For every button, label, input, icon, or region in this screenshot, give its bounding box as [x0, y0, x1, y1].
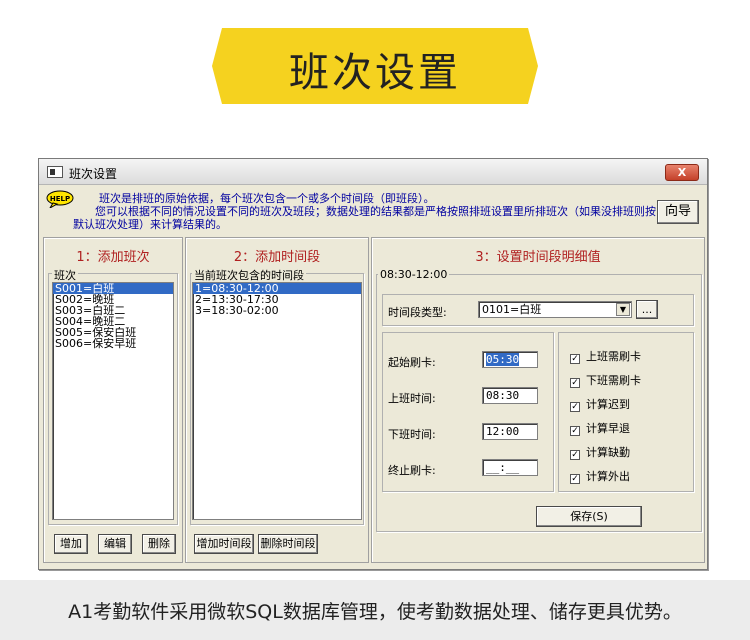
check-icon: ✓ — [570, 474, 580, 484]
start-swipe-input[interactable]: 05:30 — [482, 351, 538, 368]
end-swipe-label: 终止刷卡: — [388, 464, 436, 477]
segment-list[interactable]: 1=08:30-12:00 2=13:30-17:30 3=18:30-02:0… — [192, 282, 362, 520]
chevron-down-icon[interactable]: ▼ — [616, 303, 630, 316]
svg-text:HELP: HELP — [50, 195, 70, 203]
list-item[interactable]: 1=08:30-12:00 — [193, 283, 361, 294]
footer-bar: A1考勤软件采用微软SQL数据库管理，使考勤数据处理、储存更具优势。 — [0, 580, 750, 640]
segment-group-label: 当前班次包含的时间段 — [192, 267, 306, 283]
list-item[interactable]: S003=白班二 — [53, 305, 173, 316]
list-item[interactable]: S004=晚班二 — [53, 316, 173, 327]
checkbox-label: 下班需刷卡 — [586, 374, 641, 387]
edit-shift-button[interactable]: 编辑 — [98, 534, 132, 554]
list-item[interactable]: 3=18:30-02:00 — [193, 305, 361, 316]
calc-early-leave-checkbox[interactable]: ✓ 计算早退 — [570, 420, 630, 436]
list-item[interactable]: S005=保安白班 — [53, 327, 173, 338]
list-item[interactable]: S006=保安早班 — [53, 338, 173, 349]
checkbox-label: 上班需刷卡 — [586, 350, 641, 363]
start-swipe-value: 05:30 — [486, 353, 520, 366]
detail-group-label: 08:30-12:00 — [378, 268, 450, 281]
on-duty-input[interactable]: 08:30 — [482, 387, 538, 404]
segment-type-value: 0101=白班 — [482, 303, 542, 316]
checkbox-label: 计算缺勤 — [586, 446, 630, 459]
require-on-duty-swipe-checkbox[interactable]: ✓ 上班需刷卡 — [570, 348, 641, 364]
calc-absence-checkbox[interactable]: ✓ 计算缺勤 — [570, 444, 630, 460]
panel-add-time-segment: 2：添加时间段 当前班次包含的时间段 1=08:30-12:00 2=13:30… — [185, 237, 369, 563]
panel-add-shift: 1：添加班次 班次 S001=白班 S002=晚班 S003=白班二 S004=… — [43, 237, 183, 563]
off-duty-input[interactable]: 12:00 — [482, 423, 538, 440]
start-swipe-label: 起始刷卡: — [388, 356, 436, 369]
wizard-button[interactable]: 向导 — [657, 200, 699, 224]
add-segment-button[interactable]: 增加时间段 — [194, 534, 254, 554]
checkbox-label: 计算迟到 — [586, 398, 630, 411]
window-title: 班次设置 — [69, 167, 118, 181]
banner-title: 班次设置 — [289, 50, 461, 96]
panel-title: 2：添加时间段 — [233, 250, 321, 265]
list-item[interactable]: S002=晚班 — [53, 294, 173, 305]
end-swipe-input[interactable]: __:__ — [482, 459, 538, 476]
title-banner: 班次设置 — [208, 24, 542, 108]
help-icon: HELP — [46, 190, 74, 208]
checkbox-label: 计算早退 — [586, 422, 630, 435]
shift-group-label: 班次 — [52, 267, 78, 283]
off-duty-label: 下班时间: — [388, 428, 436, 441]
require-off-duty-swipe-checkbox[interactable]: ✓ 下班需刷卡 — [570, 372, 641, 388]
shift-settings-window: 班次设置 X HELP 班次是排班的原始依据，每个班次包含一个或多个时间段（即班… — [38, 158, 708, 570]
panel-title: 3：设置时间段明细值 — [475, 250, 601, 265]
delete-segment-button[interactable]: 删除时间段 — [258, 534, 318, 554]
calc-outing-checkbox[interactable]: ✓ 计算外出 — [570, 468, 630, 484]
add-shift-button[interactable]: 增加 — [54, 534, 88, 554]
check-icon: ✓ — [570, 450, 580, 460]
check-icon: ✓ — [570, 354, 580, 364]
check-icon: ✓ — [570, 426, 580, 436]
panel-segment-details: 3：设置时间段明细值 08:30-12:00 时间段类型: 0101=白班 ▼ … — [371, 237, 705, 563]
close-button[interactable]: X — [665, 164, 699, 181]
check-icon: ✓ — [570, 402, 580, 412]
list-item[interactable]: S001=白班 — [53, 283, 173, 294]
help-text-line: 默认班次处理）来计算结果的。 — [73, 218, 227, 231]
segment-type-select[interactable]: 0101=白班 ▼ — [478, 301, 632, 318]
checkbox-label: 计算外出 — [586, 470, 630, 483]
calc-late-checkbox[interactable]: ✓ 计算迟到 — [570, 396, 630, 412]
window-app-icon — [47, 166, 63, 178]
help-area: HELP 班次是排班的原始依据，每个班次包含一个或多个时间段（即班段）。 您可以… — [39, 186, 707, 232]
segment-type-browse-button[interactable]: ... — [636, 300, 658, 319]
save-button[interactable]: 保存(S) — [536, 506, 642, 527]
segment-type-label: 时间段类型: — [388, 306, 447, 319]
shift-list[interactable]: S001=白班 S002=晚班 S003=白班二 S004=晚班二 S005=保… — [52, 282, 174, 520]
footer-caption: A1考勤软件采用微软SQL数据库管理，使考勤数据处理、储存更具优势。 — [68, 601, 682, 623]
list-item[interactable]: 2=13:30-17:30 — [193, 294, 361, 305]
delete-shift-button[interactable]: 删除 — [142, 534, 176, 554]
panel-title: 1：添加班次 — [76, 250, 150, 265]
check-icon: ✓ — [570, 378, 580, 388]
on-duty-label: 上班时间: — [388, 392, 436, 405]
window-titlebar[interactable]: 班次设置 X — [39, 159, 707, 185]
page: 班次设置 班次设置 X HELP 班次是排班的原始依据，每个班次包含一个或多个时… — [0, 0, 750, 640]
